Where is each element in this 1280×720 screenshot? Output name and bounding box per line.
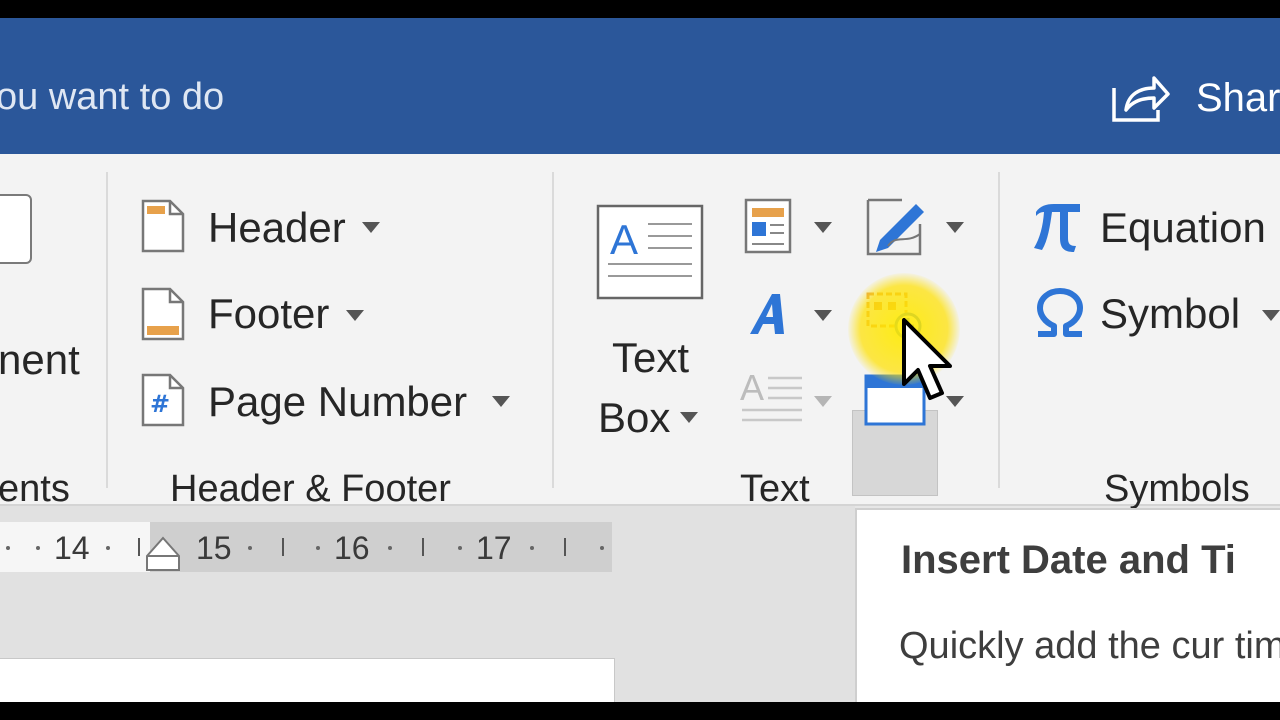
omega-icon[interactable] — [1034, 288, 1086, 338]
ruler-dot — [600, 546, 604, 550]
ruler-dot — [36, 546, 40, 550]
svg-text:A: A — [610, 216, 638, 263]
share-button[interactable]: Shar — [1196, 76, 1280, 121]
ruler-number: 15 — [196, 530, 232, 566]
group-separator — [998, 172, 1000, 488]
page-icon[interactable] — [0, 194, 32, 264]
tooltip: Insert Date and Ti Quickly add the cur t… — [855, 508, 1280, 702]
ruler-dot — [388, 546, 392, 550]
ruler-dot — [6, 546, 10, 550]
ruler-tick — [422, 538, 424, 556]
indent-marker-icon[interactable] — [144, 536, 182, 572]
header-button[interactable]: Header — [208, 204, 346, 252]
ruler-number: 17 — [476, 530, 512, 566]
svg-text:A: A — [740, 368, 764, 408]
symbols-group-label: Symbols — [1104, 468, 1250, 510]
chevron-down-icon — [814, 396, 832, 407]
ruler-tick — [138, 538, 140, 556]
ruler-dot — [458, 546, 462, 550]
tooltip-description: Quickly add the cur time. — [899, 625, 1280, 667]
chevron-down-icon[interactable] — [946, 222, 964, 233]
pages-partial-button-label[interactable]: nent — [0, 336, 80, 384]
drop-cap-icon: A — [740, 368, 802, 422]
word-window: ou want to do Shar nent ents Header Foot… — [0, 18, 1280, 702]
text-box-icon[interactable]: A — [596, 204, 704, 300]
quick-parts-icon[interactable] — [744, 198, 792, 254]
signature-line-icon[interactable] — [862, 194, 928, 258]
pi-icon[interactable] — [1032, 200, 1082, 252]
document-page[interactable] — [0, 658, 615, 702]
footer-button[interactable]: Footer — [208, 290, 329, 338]
ruler-tick — [282, 538, 284, 556]
text-box-label-line1[interactable]: Text — [612, 334, 689, 382]
group-separator — [106, 172, 108, 488]
ruler-dot — [248, 546, 252, 550]
chevron-down-icon[interactable] — [492, 396, 510, 407]
share-icon[interactable] — [1108, 72, 1172, 124]
chevron-down-icon[interactable] — [680, 412, 698, 423]
svg-text:#: # — [150, 390, 170, 418]
chevron-down-icon[interactable] — [346, 310, 364, 321]
tooltip-title: Insert Date and Ti — [901, 538, 1236, 582]
page-number-button[interactable]: Page Number — [208, 378, 467, 426]
text-group-label: Text — [740, 468, 810, 510]
ruler-tick — [564, 538, 566, 556]
wordart-icon[interactable] — [746, 290, 794, 338]
tell-me-search-box[interactable]: ou want to do — [0, 76, 224, 119]
page-number-icon: # — [141, 373, 185, 427]
mouse-cursor-icon — [902, 318, 952, 400]
chevron-down-icon[interactable] — [362, 222, 380, 233]
equation-button[interactable]: Equation — [1100, 204, 1266, 252]
ruler-number: 14 — [54, 530, 90, 566]
title-bar: ou want to do Shar — [0, 18, 1280, 154]
header-footer-group-label: Header & Footer — [170, 468, 451, 510]
ruler-number: 16 — [334, 530, 370, 566]
chevron-down-icon[interactable] — [814, 222, 832, 233]
ruler-dot — [106, 546, 110, 550]
footer-icon — [141, 287, 185, 341]
ruler-dot — [530, 546, 534, 550]
insert-ribbon: nent ents Header Footer # Page Number He… — [0, 154, 1280, 510]
symbol-button[interactable]: Symbol — [1100, 290, 1240, 338]
chevron-down-icon[interactable] — [1262, 310, 1280, 321]
horizontal-ruler[interactable]: 14 15 16 17 — [0, 522, 612, 572]
header-icon — [141, 199, 185, 253]
chevron-down-icon[interactable] — [814, 310, 832, 321]
group-separator — [552, 172, 554, 488]
text-box-label-line2[interactable]: Box — [598, 394, 670, 442]
pages-group-label: ents — [0, 468, 70, 510]
ruler-dot — [316, 546, 320, 550]
